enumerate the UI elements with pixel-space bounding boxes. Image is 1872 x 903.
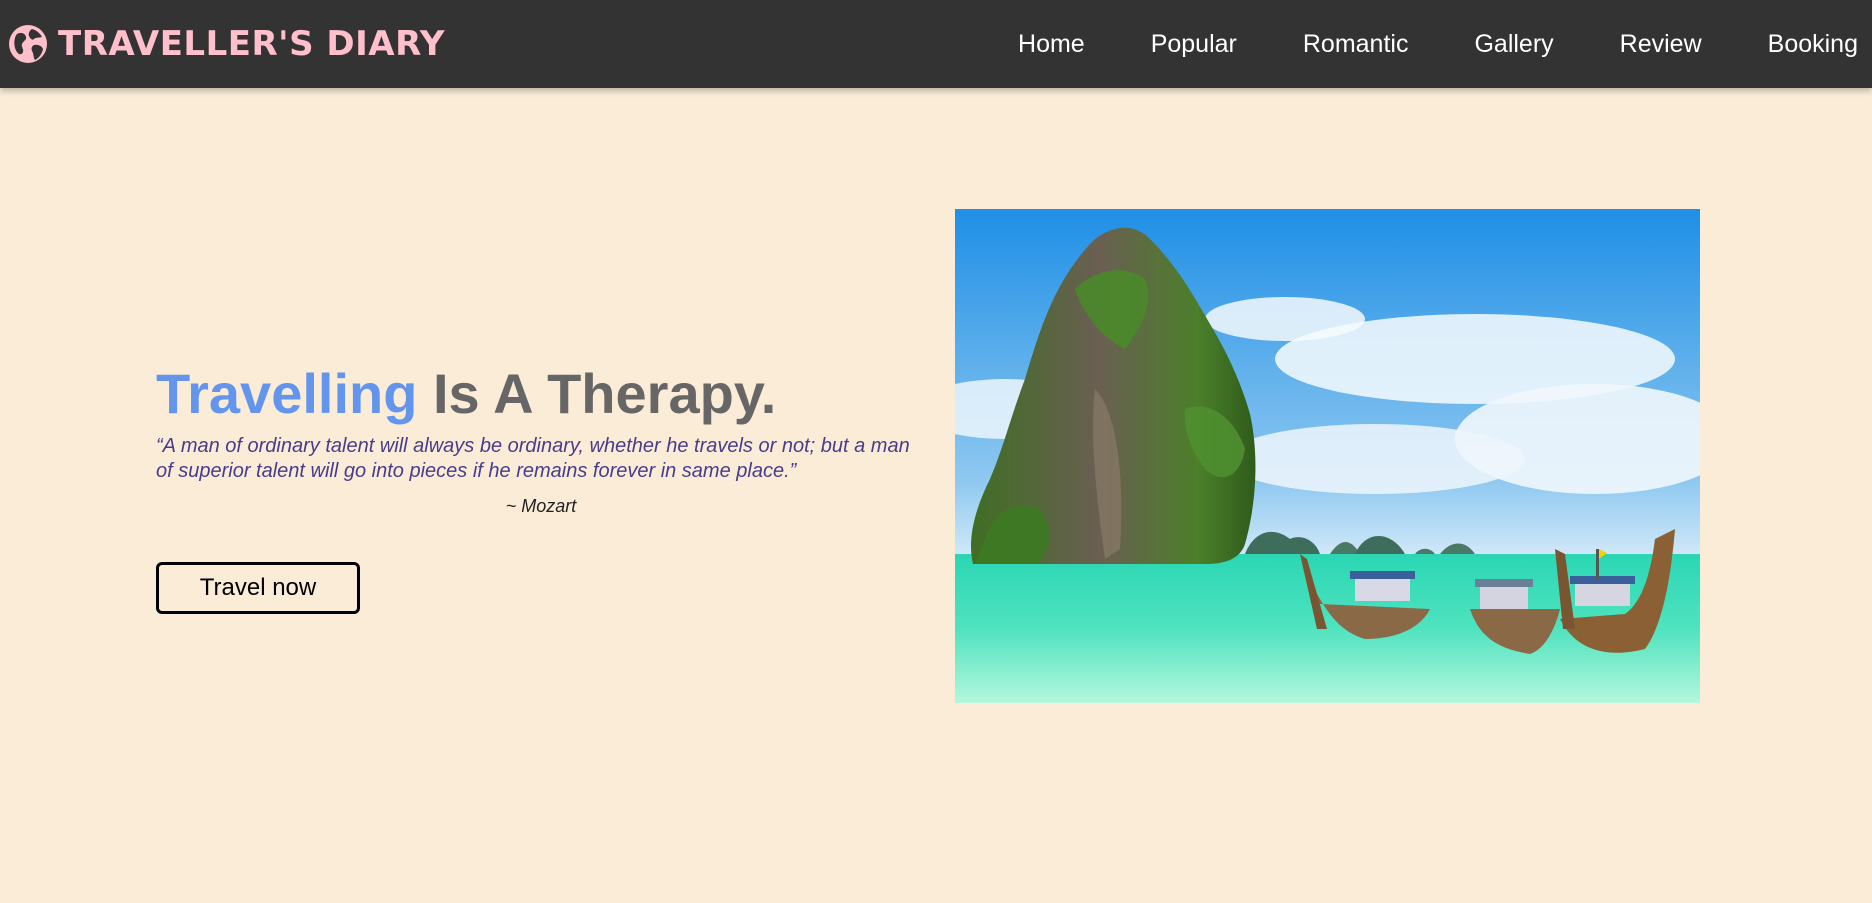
nav-home[interactable]: Home [1018,30,1085,59]
quote-author: ~ Mozart [505,496,577,516]
nav-popular[interactable]: Popular [1151,30,1237,59]
hero-text: Travelling Is A Therapy. “A man of ordin… [156,360,926,517]
nav-romantic[interactable]: Romantic [1303,30,1409,59]
hero-image [955,209,1700,703]
brand-link[interactable]: TRAVELLER'S DIARY [8,0,445,88]
nav-review[interactable]: Review [1620,30,1702,59]
brand-name: TRAVELLER'S DIARY [58,24,446,64]
main-nav: Home Popular Romantic Gallery Review Boo… [952,0,1858,88]
globe-icon [9,25,47,63]
headline-accent: Travelling [156,362,418,425]
headline-rest: Is A Therapy. [417,362,777,425]
nav-booking[interactable]: Booking [1768,30,1858,59]
hero-headline: Travelling Is A Therapy. [156,360,926,428]
travel-now-button[interactable]: Travel now [156,562,360,614]
navbar: TRAVELLER'S DIARY Home Popular Romantic … [0,0,1872,88]
nav-gallery[interactable]: Gallery [1474,30,1553,59]
hero-quote: “A man of ordinary talent will always be… [156,435,910,482]
